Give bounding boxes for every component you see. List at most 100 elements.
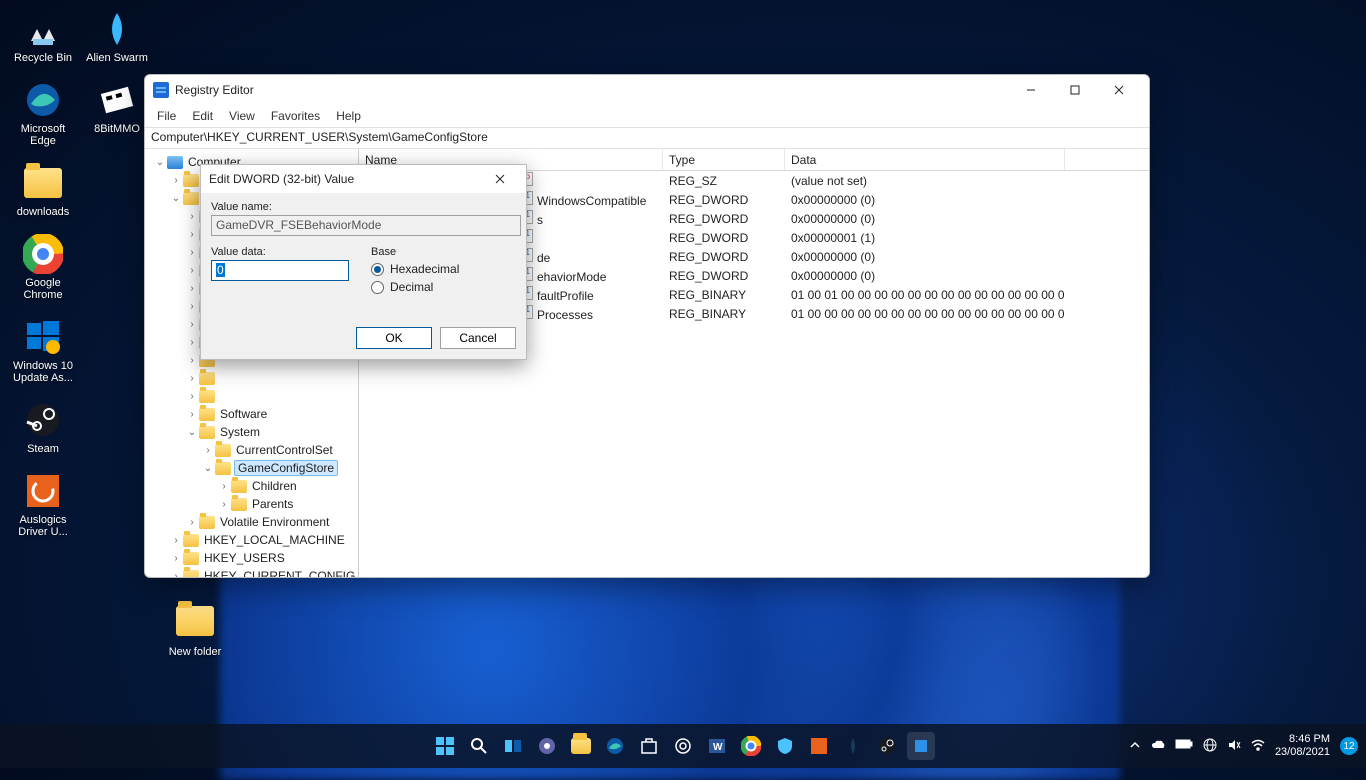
settings-icon[interactable] (669, 732, 697, 760)
expand-icon[interactable]: › (169, 535, 183, 546)
expand-icon[interactable]: › (169, 571, 183, 578)
folder-icon (22, 162, 64, 204)
menu-view[interactable]: View (223, 107, 261, 125)
dialog-titlebar[interactable]: Edit DWORD (32-bit) Value (201, 165, 526, 193)
expand-icon[interactable]: › (185, 373, 199, 384)
desktop-icon[interactable]: Auslogics Driver U... (8, 470, 78, 539)
expand-icon[interactable]: ⌄ (185, 427, 199, 438)
expand-icon[interactable]: › (185, 265, 199, 276)
tray-battery-icon[interactable] (1175, 739, 1193, 753)
chrome-icon (22, 233, 64, 275)
app-active-icon[interactable] (907, 732, 935, 760)
task-view-icon[interactable] (499, 732, 527, 760)
tree-node[interactable]: ⌄System (145, 423, 358, 441)
expand-icon[interactable]: › (185, 391, 199, 402)
tree-node[interactable]: › (145, 369, 358, 387)
tray-wifi-icon[interactable] (1251, 739, 1265, 754)
desktop-icon-new-folder[interactable]: New folder (160, 600, 230, 659)
expand-icon[interactable]: › (217, 481, 231, 492)
steam-taskbar-icon[interactable] (873, 732, 901, 760)
desktop-icon-label: downloads (17, 206, 70, 219)
titlebar[interactable]: Registry Editor (145, 75, 1149, 105)
menu-favorites[interactable]: Favorites (265, 107, 326, 125)
tray-globe-icon[interactable] (1203, 738, 1217, 755)
cancel-button[interactable]: Cancel (440, 327, 516, 349)
expand-icon[interactable]: › (185, 517, 199, 528)
desktop-icon-label: Steam (27, 443, 59, 456)
edge-taskbar-icon[interactable] (601, 732, 629, 760)
security-icon[interactable] (771, 732, 799, 760)
address-bar[interactable]: Computer\HKEY_CURRENT_USER\System\GameCo… (145, 127, 1149, 149)
radio-dec-icon (371, 281, 384, 294)
desktop-icon[interactable]: Windows 10 Update As... (8, 316, 78, 385)
col-type[interactable]: Type (663, 149, 785, 170)
radio-decimal[interactable]: Decimal (371, 280, 516, 294)
expand-icon[interactable]: › (185, 319, 199, 330)
expand-icon[interactable]: › (185, 355, 199, 366)
tree-node[interactable]: ›HKEY_LOCAL_MACHINE (145, 531, 358, 549)
tray-cloud-icon[interactable] (1151, 739, 1165, 754)
expand-icon[interactable]: › (217, 499, 231, 510)
tree-node[interactable]: ⌄ GameConfigStore (145, 459, 358, 477)
explorer-icon[interactable] (567, 732, 595, 760)
expand-icon[interactable]: › (185, 247, 199, 258)
maximize-button[interactable] (1053, 76, 1097, 104)
expand-icon[interactable]: › (185, 229, 199, 240)
desktop-icon[interactable]: Microsoft Edge (8, 79, 78, 148)
taskbar-clock[interactable]: 8:46 PM 23/08/2021 (1275, 733, 1330, 759)
value-data-input[interactable]: 0 (211, 260, 349, 281)
tray-volume-icon[interactable] (1227, 738, 1241, 755)
menu-file[interactable]: File (151, 107, 182, 125)
radio-hexadecimal[interactable]: Hexadecimal (371, 262, 516, 276)
dialog-close-button[interactable] (482, 167, 518, 191)
store-icon[interactable] (635, 732, 663, 760)
expand-icon[interactable]: › (201, 445, 215, 456)
expand-icon[interactable]: › (169, 175, 183, 186)
expand-icon[interactable]: › (185, 301, 199, 312)
menubar: FileEditViewFavoritesHelp (145, 105, 1149, 127)
tray-chevron-icon[interactable] (1129, 739, 1141, 754)
menu-edit[interactable]: Edit (186, 107, 219, 125)
col-data[interactable]: Data (785, 149, 1065, 170)
ok-button[interactable]: OK (356, 327, 432, 349)
tree-node[interactable]: › (145, 387, 358, 405)
tree-label: GameConfigStore (234, 460, 338, 476)
base-label: Base (371, 246, 516, 258)
chrome-taskbar-icon[interactable] (737, 732, 765, 760)
desktop-icon[interactable]: Steam (8, 399, 78, 456)
tree-node[interactable]: ›Volatile Environment (145, 513, 358, 531)
desktop-icon[interactable]: Recycle Bin (8, 8, 78, 65)
tree-node[interactable]: ›Software (145, 405, 358, 423)
value-type: REG_DWORD (663, 211, 785, 227)
chat-icon[interactable] (533, 732, 561, 760)
expand-icon[interactable]: › (185, 337, 199, 348)
notification-badge[interactable]: 12 (1340, 737, 1358, 755)
menu-help[interactable]: Help (330, 107, 367, 125)
search-icon[interactable] (465, 732, 493, 760)
tree-node[interactable]: ›Parents (145, 495, 358, 513)
expand-icon[interactable]: › (185, 211, 199, 222)
desktop-icon[interactable]: downloads (8, 162, 78, 219)
expand-icon[interactable]: › (185, 283, 199, 294)
value-type: REG_BINARY (663, 287, 785, 303)
tree-node[interactable]: ›Children (145, 477, 358, 495)
tree-node[interactable]: ›HKEY_CURRENT_CONFIG (145, 567, 358, 577)
start-button[interactable] (431, 732, 459, 760)
expand-icon[interactable]: › (185, 409, 199, 420)
desktop-icon[interactable]: 8BitMMO (82, 79, 152, 136)
tree-node[interactable]: ›CurrentControlSet (145, 441, 358, 459)
value-name-input[interactable]: GameDVR_FSEBehaviorMode (211, 215, 521, 236)
expand-icon[interactable]: ⌄ (153, 157, 167, 168)
app-dark-icon[interactable] (839, 732, 867, 760)
value-name-label: Value name: (211, 201, 516, 213)
tree-node[interactable]: ›HKEY_USERS (145, 549, 358, 567)
desktop-icon[interactable]: Google Chrome (8, 233, 78, 302)
expand-icon[interactable]: › (169, 553, 183, 564)
desktop-icon[interactable]: Alien Swarm (82, 8, 152, 65)
expand-icon[interactable]: ⌄ (201, 463, 215, 474)
app-orange-icon[interactable] (805, 732, 833, 760)
expand-icon[interactable]: ⌄ (169, 193, 183, 204)
word-icon[interactable]: W (703, 732, 731, 760)
close-button[interactable] (1097, 76, 1141, 104)
minimize-button[interactable] (1009, 76, 1053, 104)
